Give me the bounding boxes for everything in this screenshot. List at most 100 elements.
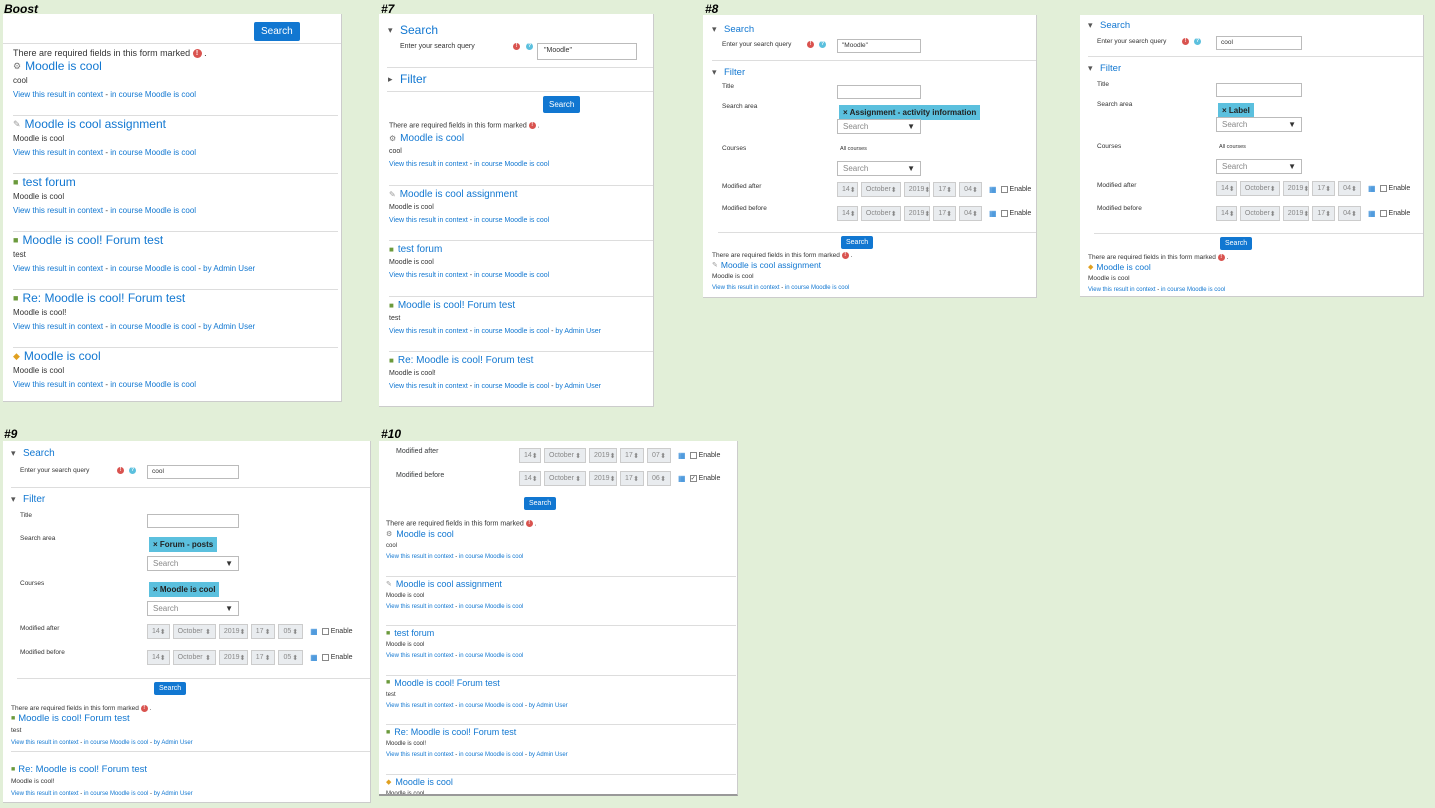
calendar-icon[interactable]: ▦	[678, 474, 686, 483]
course-link[interactable]: in course Moodle is cool	[84, 740, 148, 746]
year-select[interactable]: 2019 ⬍	[589, 448, 617, 463]
hour-select[interactable]: 17 ⬍	[620, 471, 644, 486]
year-select[interactable]: 2019 ⬍	[218, 650, 248, 665]
month-select[interactable]: October ⬍	[172, 650, 216, 665]
search-input[interactable]: "Moodle"	[837, 39, 921, 53]
course-link[interactable]: in course Moodle is cool	[459, 703, 523, 709]
filter-section-header[interactable]: ▾ Filter	[1088, 63, 1121, 74]
author-link[interactable]: by Admin User	[529, 703, 568, 709]
result-title[interactable]: ✎ Moodle is cool assignment	[389, 189, 653, 200]
result-title[interactable]: ■ Re: Moodle is cool! Forum test	[386, 727, 736, 737]
course-link[interactable]: in course Moodle is cool	[110, 264, 196, 273]
author-link[interactable]: by Admin User	[555, 383, 601, 390]
result-title[interactable]: ■ Re: Moodle is cool! Forum test	[11, 764, 370, 775]
course-link[interactable]: in course Moodle is cool	[110, 322, 196, 331]
search-button[interactable]: Search	[543, 96, 581, 113]
day-select[interactable]: 14 ⬍	[1216, 181, 1237, 196]
calendar-icon[interactable]: ▦	[1368, 184, 1376, 193]
enable-checkbox[interactable]	[321, 654, 329, 661]
year-select[interactable]: 2019 ⬍	[903, 182, 931, 197]
result-title-text[interactable]: Moodle is cool	[400, 133, 464, 144]
result-title-text[interactable]: Moodle is cool	[25, 59, 102, 73]
help-icon[interactable]: ?	[1194, 38, 1201, 45]
filter-section-header[interactable]: ▸ Filter	[388, 72, 427, 86]
result-title[interactable]: ■ test forum	[389, 244, 653, 255]
course-tag[interactable]: × Moodle is cool	[149, 582, 220, 597]
calendar-icon[interactable]: ▦	[678, 451, 686, 460]
course-link[interactable]: in course Moodle is cool	[785, 285, 849, 291]
enable-checkbox[interactable]: ✓	[689, 475, 697, 482]
course-link[interactable]: in course Moodle is cool	[459, 752, 523, 758]
result-title-text[interactable]: test forum	[22, 175, 75, 189]
enable-checkbox[interactable]	[1000, 210, 1008, 217]
search-button[interactable]: Search	[254, 22, 300, 41]
search-area-tag[interactable]: × Assignment - activity information	[839, 105, 981, 120]
search-button[interactable]: Search	[524, 497, 557, 510]
help-icon[interactable]: ?	[129, 467, 136, 474]
search-select[interactable]: Search ▼	[147, 601, 239, 616]
result-title[interactable]: ⚙ Moodle is cool	[389, 133, 653, 144]
course-link[interactable]: in course Moodle is cool	[474, 328, 549, 335]
year-select[interactable]: 2019 ⬍	[1282, 181, 1310, 196]
course-link[interactable]: in course Moodle is cool	[110, 90, 196, 99]
day-select[interactable]: 14 ⬍	[837, 206, 858, 221]
result-title-text[interactable]: Re: Moodle is cool! Forum test	[394, 727, 516, 737]
result-title[interactable]: ■ Moodle is cool! Forum test	[386, 678, 736, 688]
search-button[interactable]: Search	[841, 236, 874, 249]
course-link[interactable]: in course Moodle is cool	[474, 161, 549, 168]
year-select[interactable]: 2019 ⬍	[218, 624, 248, 639]
course-link[interactable]: in course Moodle is cool	[110, 380, 196, 389]
day-select[interactable]: 14 ⬍	[519, 471, 541, 486]
minute-select[interactable]: 04 ⬍	[959, 182, 982, 197]
course-link[interactable]: in course Moodle is cool	[474, 272, 549, 279]
result-title[interactable]: ✎ Moodle is cool assignment	[712, 260, 1036, 270]
result-title-text[interactable]: Re: Moodle is cool! Forum test	[398, 355, 534, 366]
view-in-context-link[interactable]: View this result in context	[11, 791, 79, 797]
search-section-header[interactable]: ▾ Search	[388, 23, 438, 37]
result-title-text[interactable]: Re: Moodle is cool! Forum test	[22, 291, 185, 305]
minute-select[interactable]: 07 ⬍	[647, 448, 671, 463]
day-select[interactable]: 14 ⬍	[147, 650, 170, 665]
view-in-context-link[interactable]: View this result in context	[386, 752, 454, 758]
result-title-text[interactable]: test forum	[398, 244, 442, 255]
view-in-context-link[interactable]: View this result in context	[386, 653, 454, 659]
hour-select[interactable]: 17 ⬍	[250, 650, 276, 665]
enable-checkbox[interactable]	[1379, 185, 1387, 192]
hour-select[interactable]: 17 ⬍	[1312, 181, 1336, 196]
minute-select[interactable]: 04 ⬍	[1338, 181, 1361, 196]
search-select[interactable]: Search ▼	[837, 119, 921, 134]
course-link[interactable]: in course Moodle is cool	[84, 791, 148, 797]
author-link[interactable]: by Admin User	[203, 264, 255, 273]
minute-select[interactable]: 05 ⬍	[278, 650, 304, 665]
course-link[interactable]: in course Moodle is cool	[459, 653, 523, 659]
search-section-header[interactable]: ▾ Search	[11, 448, 55, 459]
minute-select[interactable]: 04 ⬍	[959, 206, 982, 221]
filter-section-header[interactable]: ▾ Filter	[712, 67, 745, 78]
calendar-icon[interactable]: ▦	[989, 209, 997, 218]
month-select[interactable]: October ⬍	[860, 206, 901, 221]
author-link[interactable]: by Admin User	[555, 328, 601, 335]
view-in-context-link[interactable]: View this result in context	[389, 328, 468, 335]
result-title[interactable]: ⚙ Moodle is cool	[13, 59, 338, 73]
title-input[interactable]	[837, 85, 921, 99]
search-select[interactable]: Search ▼	[147, 556, 239, 571]
minute-select[interactable]: 04 ⬍	[1338, 206, 1361, 221]
search-section-header[interactable]: ▾ Search	[1088, 20, 1130, 31]
result-title-text[interactable]: Moodle is cool	[395, 777, 453, 787]
result-title[interactable]: ✎ Moodle is cool assignment	[386, 579, 736, 589]
result-title[interactable]: ■ test forum	[386, 628, 736, 638]
hour-select[interactable]: 17 ⬍	[933, 182, 957, 197]
search-select[interactable]: Search ▼	[1216, 159, 1302, 174]
view-in-context-link[interactable]: View this result in context	[389, 161, 468, 168]
course-link[interactable]: in course Moodle is cool	[110, 206, 196, 215]
result-title[interactable]: ■ Re: Moodle is cool! Forum test	[389, 355, 653, 366]
month-select[interactable]: October ⬍	[1239, 206, 1280, 221]
course-link[interactable]: in course Moodle is cool	[474, 217, 549, 224]
day-select[interactable]: 14 ⬍	[147, 624, 170, 639]
month-select[interactable]: October ⬍	[1239, 181, 1280, 196]
result-title[interactable]: ■ Moodle is cool! Forum test	[11, 713, 370, 724]
course-link[interactable]: in course Moodle is cool	[110, 148, 196, 157]
hour-select[interactable]: 17 ⬍	[620, 448, 644, 463]
course-link[interactable]: in course Moodle is cool	[459, 554, 523, 560]
view-in-context-link[interactable]: View this result in context	[13, 148, 103, 157]
